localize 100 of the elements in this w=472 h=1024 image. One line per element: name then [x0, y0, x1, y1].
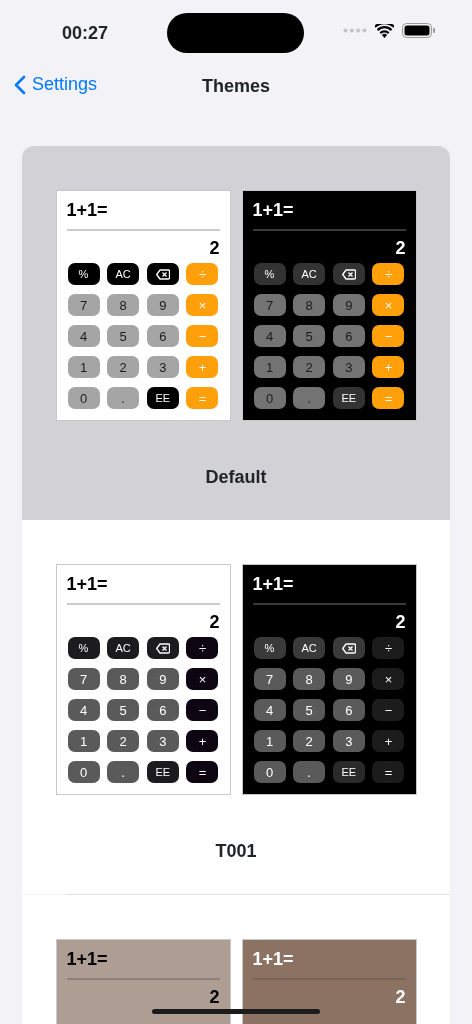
calculator-key: − — [186, 325, 219, 347]
calculator-key: 1 — [253, 730, 286, 752]
calculator-key: 0 — [67, 387, 100, 409]
calculator-key: 8 — [293, 294, 326, 316]
calculator-key: % — [67, 637, 100, 659]
calculator-key: 3 — [146, 730, 179, 752]
calculator-key: + — [372, 356, 405, 378]
backspace-icon — [155, 268, 170, 280]
calculator-key: ÷ — [186, 263, 219, 285]
chevron-left-icon — [14, 74, 26, 95]
theme-option[interactable]: 1+1= 2 % AC ÷ 7 8 9 × 4 5 6 − 1 2 3 + 0 . EE = 1+1= 2 % AC ÷ 7 8 9 × 4 5 6 − 1 2 3 + 0 . EE = Default — [22, 146, 450, 520]
expression-text: 1+1= — [252, 948, 406, 980]
calculator-key: 0 — [67, 761, 100, 783]
calculator-key: EE — [332, 761, 365, 783]
calculator-key: 5 — [107, 699, 140, 721]
expression-text: 1+1= — [66, 573, 220, 605]
result-text: 2 — [394, 237, 406, 259]
calculator-key: EE — [332, 387, 365, 409]
expression-text: 1+1= — [66, 948, 220, 980]
result-text: 2 — [208, 986, 220, 1008]
backspace-icon — [341, 268, 356, 280]
calculator-key: 3 — [332, 356, 365, 378]
calculator-key: = — [186, 387, 219, 409]
calculator-key: . — [293, 387, 326, 409]
calculator-key: − — [186, 699, 219, 721]
calculator-key: AC — [107, 263, 140, 285]
back-button[interactable]: Settings — [14, 71, 98, 98]
theme-option[interactable]: 1+1= 2 % AC ÷ 7 8 9 × 4 5 6 − 1 2 3 + 0 . EE = 1+1= 2 % AC ÷ 7 8 9 × 4 5 6 − 1 2 3 + 0 . EE = T001 — [22, 520, 450, 894]
calculator-key: × — [372, 294, 405, 316]
expression-text: 1+1= — [252, 573, 406, 605]
calculator-key: 2 — [107, 356, 140, 378]
calculator-key: ÷ — [372, 637, 405, 659]
calculator-key: 8 — [107, 294, 140, 316]
calculator-key: × — [186, 294, 219, 316]
backspace-icon — [341, 642, 356, 654]
calculator-key: × — [186, 668, 219, 690]
calculator-key: 8 — [107, 668, 140, 690]
calculator-key: % — [67, 263, 100, 285]
calculator-key: . — [107, 387, 140, 409]
calculator-key: 7 — [67, 668, 100, 690]
calculator-key: 9 — [146, 668, 179, 690]
calculator-key: 7 — [253, 294, 286, 316]
calculator-key: 2 — [293, 356, 326, 378]
wifi-icon — [375, 23, 394, 38]
calculator-key: 2 — [293, 730, 326, 752]
calculator-key: AC — [293, 637, 326, 659]
calculator-key: = — [372, 761, 405, 783]
calculator-key: = — [372, 387, 405, 409]
expression-text: 1+1= — [66, 199, 220, 231]
calculator-key: 6 — [146, 325, 179, 347]
status-time: 00:27 — [62, 22, 109, 45]
calculator-key: EE — [146, 387, 179, 409]
calculator-key: 4 — [253, 325, 286, 347]
calculator-key: 0 — [253, 761, 286, 783]
result-text: 2 — [208, 237, 220, 259]
calculator-key: 6 — [332, 325, 365, 347]
calculator-key: 5 — [107, 325, 140, 347]
result-text: 2 — [208, 611, 220, 633]
calculator-key: 3 — [332, 730, 365, 752]
calculator-key: × — [372, 668, 405, 690]
calculator-key: AC — [107, 637, 140, 659]
expression-text: 1+1= — [252, 199, 406, 231]
calculator-key: 5 — [293, 699, 326, 721]
result-text: 2 — [394, 986, 406, 1008]
calculator-key: 9 — [332, 294, 365, 316]
theme-name: T001 — [214, 840, 258, 863]
calculator-key: AC — [293, 263, 326, 285]
calculator-key: 8 — [293, 668, 326, 690]
calculator-key: . — [107, 761, 140, 783]
battery-icon — [402, 23, 436, 38]
calculator-key: + — [186, 730, 219, 752]
theme-option[interactable]: 1+1= 2 1+1= 2 — [22, 895, 450, 1024]
calculator-key: 4 — [253, 699, 286, 721]
calculator-key: 1 — [67, 356, 100, 378]
calculator-key: − — [372, 699, 405, 721]
calculator-key: = — [186, 761, 219, 783]
calculator-key: 3 — [146, 356, 179, 378]
calculator-key: 0 — [253, 387, 286, 409]
calculator-key: % — [253, 263, 286, 285]
calculator-key: % — [253, 637, 286, 659]
signal-icon — [343, 28, 367, 33]
calculator-key: 5 — [293, 325, 326, 347]
result-text: 2 — [394, 611, 406, 633]
backspace-icon — [155, 642, 170, 654]
calculator-key: 4 — [67, 699, 100, 721]
calculator-key: 2 — [107, 730, 140, 752]
calculator-key: ÷ — [186, 637, 219, 659]
calculator-key: − — [372, 325, 405, 347]
calculator-key: 1 — [67, 730, 100, 752]
calculator-key: 1 — [253, 356, 286, 378]
calculator-key: 9 — [146, 294, 179, 316]
calculator-key: + — [186, 356, 219, 378]
calculator-key: 4 — [67, 325, 100, 347]
calculator-key: + — [372, 730, 405, 752]
theme-name: Default — [204, 466, 268, 489]
page-title: Themes — [202, 75, 270, 98]
calculator-key: . — [293, 761, 326, 783]
calculator-key: EE — [146, 761, 179, 783]
calculator-key: 6 — [332, 699, 365, 721]
calculator-key: 7 — [67, 294, 100, 316]
